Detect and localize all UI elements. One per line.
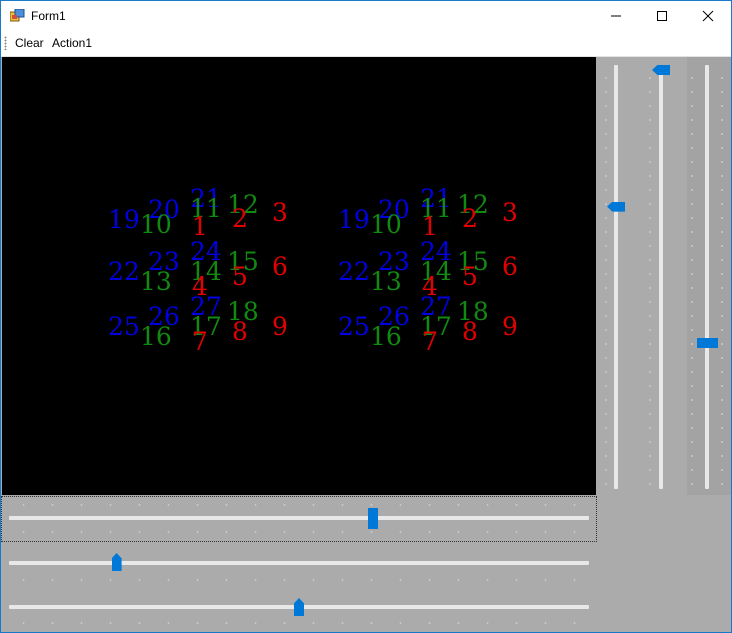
stereo-label-left-13: 13 [140, 267, 172, 296]
menu-item-action1[interactable]: Action1 [52, 36, 92, 50]
stereo-label-right-19: 19 [338, 205, 370, 234]
title-bar[interactable]: Form1 [1, 1, 731, 31]
stereo-label-left-8: 8 [232, 317, 248, 346]
stereo-label-left-19: 19 [108, 205, 140, 234]
stereo-label-right-13: 13 [370, 267, 402, 296]
horizontal-slider-2-ticks [9, 579, 589, 581]
vertical-slider-3-thumb[interactable] [697, 338, 718, 349]
stereo-label-right-1: 1 [422, 212, 438, 241]
window-title: Form1 [31, 9, 66, 23]
menu-item-clear[interactable]: Clear [15, 36, 44, 50]
stereo-label-right-16: 16 [370, 322, 402, 351]
stereo-label-right-6: 6 [502, 252, 518, 281]
stereo-label-right-9: 9 [502, 312, 518, 341]
close-button[interactable] [685, 1, 731, 31]
drawing-canvas[interactable]: 19 20 21 10 11 12 1 2 3 22 23 24 13 14 15 4 5 6 25 26 27 16 17… [2, 57, 596, 495]
app-window: Form1 Clear Action1 19 20 21 10 11 12 1 2 3 22 23 2… [0, 0, 732, 633]
stereo-label-right-25: 25 [338, 312, 370, 341]
vertical-slider-1-thumb[interactable] [607, 201, 625, 212]
stereo-label-left-2: 2 [232, 204, 248, 233]
stereo-label-right-10: 10 [370, 210, 402, 239]
stereo-label-left-16: 16 [140, 322, 172, 351]
vertical-slider-2-track[interactable] [659, 65, 663, 489]
vertical-slider-3-ticks-left [691, 71, 693, 491]
stereo-label-left-5: 5 [232, 262, 248, 291]
stereo-label-right-22: 22 [338, 257, 370, 286]
stereo-label-left-7: 7 [192, 327, 208, 356]
menu-bar: Clear Action1 [1, 31, 731, 57]
vertical-slider-3-track[interactable] [705, 65, 709, 489]
stereo-label-left-22: 22 [108, 257, 140, 286]
stereo-label-left-6: 6 [272, 252, 288, 281]
close-icon [702, 10, 714, 22]
stereo-label-right-5: 5 [462, 262, 478, 291]
stereo-label-left-9: 9 [272, 312, 288, 341]
horizontal-slider-1-thumb[interactable] [368, 508, 379, 529]
vertical-slider-1-track[interactable] [614, 65, 618, 489]
horizontal-slider-1-ticks-bottom [9, 531, 589, 533]
minimize-icon [611, 15, 621, 17]
horizontal-slider-1-ticks-top [9, 504, 589, 506]
stereo-label-right-2: 2 [462, 204, 478, 233]
horizontal-slider-3-thumb[interactable] [294, 598, 304, 616]
stereo-label-left-25: 25 [108, 312, 140, 341]
stereo-label-right-3: 3 [502, 198, 518, 227]
vertical-slider-2-ticks [649, 71, 651, 491]
vertical-slider-3-ticks-right [721, 71, 723, 491]
stereo-label-left-10: 10 [140, 210, 172, 239]
vertical-slider-3[interactable] [687, 57, 731, 495]
horizontal-slider-2-track[interactable] [9, 561, 589, 565]
minimize-button[interactable] [593, 1, 639, 31]
horizontal-slider-3-ticks [9, 622, 589, 624]
stereo-label-right-8: 8 [462, 317, 478, 346]
maximize-icon [657, 11, 667, 21]
horizontal-slider-1-track[interactable] [9, 516, 589, 520]
vertical-slider-1-ticks [605, 71, 607, 491]
maximize-button[interactable] [639, 1, 685, 31]
horizontal-slider-2-thumb[interactable] [111, 553, 122, 571]
toolstrip-grip-icon[interactable] [4, 36, 7, 50]
stereo-label-right-7: 7 [422, 327, 438, 356]
stereo-label-left-1: 1 [192, 212, 208, 241]
form-app-icon [10, 9, 25, 22]
stereo-label-left-3: 3 [272, 198, 288, 227]
vertical-slider-2-thumb[interactable] [652, 65, 670, 75]
